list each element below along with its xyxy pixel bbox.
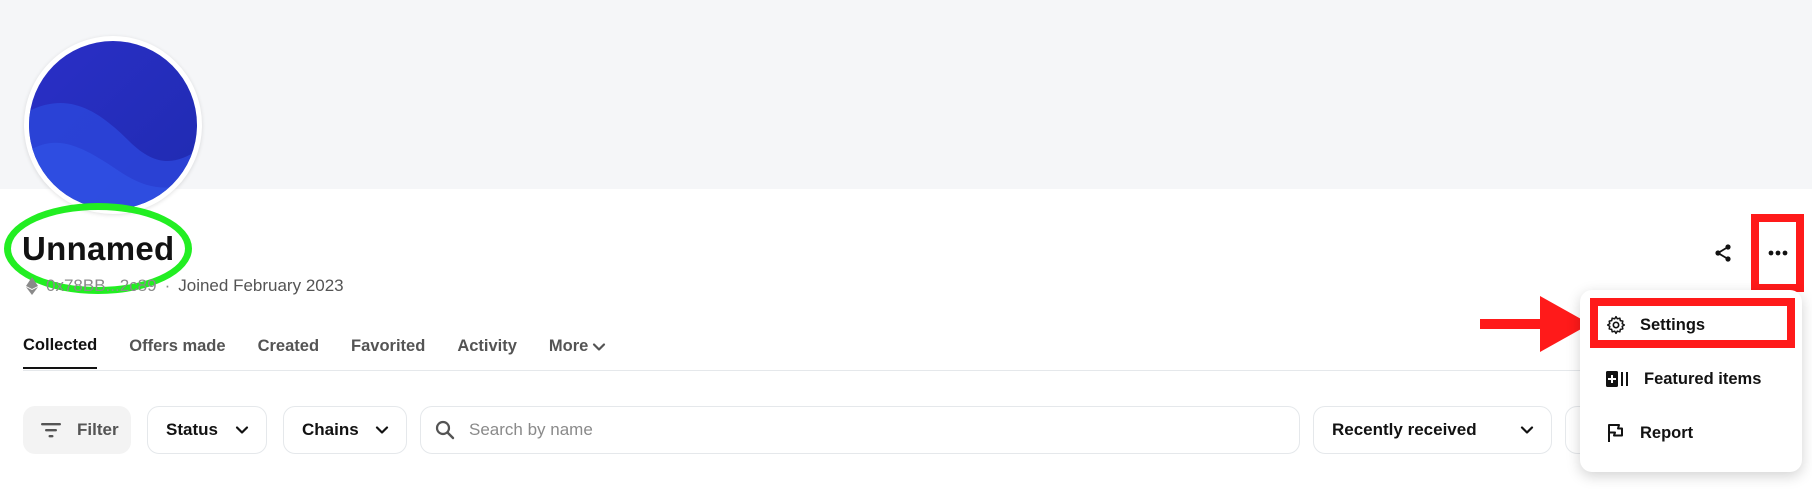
tab-activity[interactable]: Activity bbox=[457, 336, 517, 369]
chevron-down-icon bbox=[235, 426, 249, 434]
tab-favorited[interactable]: Favorited bbox=[351, 336, 425, 369]
profile-page: Unnamed 0x78BB...2c89 · Joined February … bbox=[0, 0, 1812, 489]
search-bar[interactable] bbox=[420, 406, 1300, 454]
profile-meta: 0x78BB...2c89 · Joined February 2023 bbox=[26, 276, 344, 296]
more-horizontal-icon bbox=[1768, 250, 1787, 256]
share-button[interactable] bbox=[1710, 240, 1736, 266]
menu-item-report-label: Report bbox=[1640, 423, 1694, 442]
tab-collected[interactable]: Collected bbox=[23, 336, 98, 369]
menu-item-settings-label: Settings bbox=[1640, 315, 1706, 334]
menu-item-featured-items[interactable]: Featured items bbox=[1580, 352, 1802, 406]
annotation-arrow-icon bbox=[1480, 296, 1590, 352]
status-dropdown[interactable]: Status bbox=[147, 406, 267, 454]
tab-offers-made[interactable]: Offers made bbox=[129, 336, 225, 369]
chains-dropdown[interactable]: Chains bbox=[283, 406, 407, 454]
sort-label: Recently received bbox=[1332, 420, 1477, 439]
share-icon bbox=[1715, 244, 1731, 262]
tab-created[interactable]: Created bbox=[258, 336, 319, 369]
avatar-image bbox=[29, 41, 197, 209]
chevron-down-icon bbox=[1520, 426, 1534, 434]
profile-tabs: Collected Offers made Created Favorited … bbox=[23, 336, 606, 369]
wallet-address[interactable]: 0x78BB...2c89 bbox=[46, 276, 157, 296]
filter-label: Filter bbox=[77, 420, 119, 439]
more-options-menu: Settings Featured items Report bbox=[1580, 290, 1802, 472]
more-options-button[interactable] bbox=[1751, 214, 1804, 292]
search-icon bbox=[435, 420, 455, 440]
chevron-down-icon bbox=[593, 342, 606, 351]
meta-separator: · bbox=[164, 276, 171, 295]
filter-button[interactable]: Filter bbox=[23, 406, 131, 454]
menu-item-settings[interactable]: Settings bbox=[1580, 298, 1802, 352]
menu-item-report[interactable]: Report bbox=[1580, 406, 1802, 460]
filter-icon bbox=[41, 423, 61, 438]
profile-banner bbox=[0, 0, 1812, 189]
menu-item-featured-items-label: Featured items bbox=[1644, 369, 1762, 388]
status-label: Status bbox=[166, 420, 218, 439]
filter-row: Filter Status Chains bbox=[23, 406, 407, 454]
profile-name: Unnamed bbox=[22, 230, 175, 267]
chevron-down-icon bbox=[375, 426, 389, 434]
avatar[interactable] bbox=[24, 36, 202, 214]
sort-dropdown[interactable]: Recently received bbox=[1313, 406, 1552, 454]
flag-icon bbox=[1608, 424, 1623, 442]
featured-items-icon bbox=[1606, 371, 1628, 387]
tabs-divider bbox=[23, 370, 1583, 371]
tab-more-label: More bbox=[548, 337, 589, 355]
tab-more[interactable]: More bbox=[549, 336, 606, 369]
joined-date: Joined February 2023 bbox=[178, 276, 344, 295]
chains-label: Chains bbox=[302, 420, 359, 439]
ethereum-icon bbox=[26, 277, 38, 295]
search-input[interactable] bbox=[469, 420, 1269, 440]
gear-icon bbox=[1606, 315, 1626, 335]
